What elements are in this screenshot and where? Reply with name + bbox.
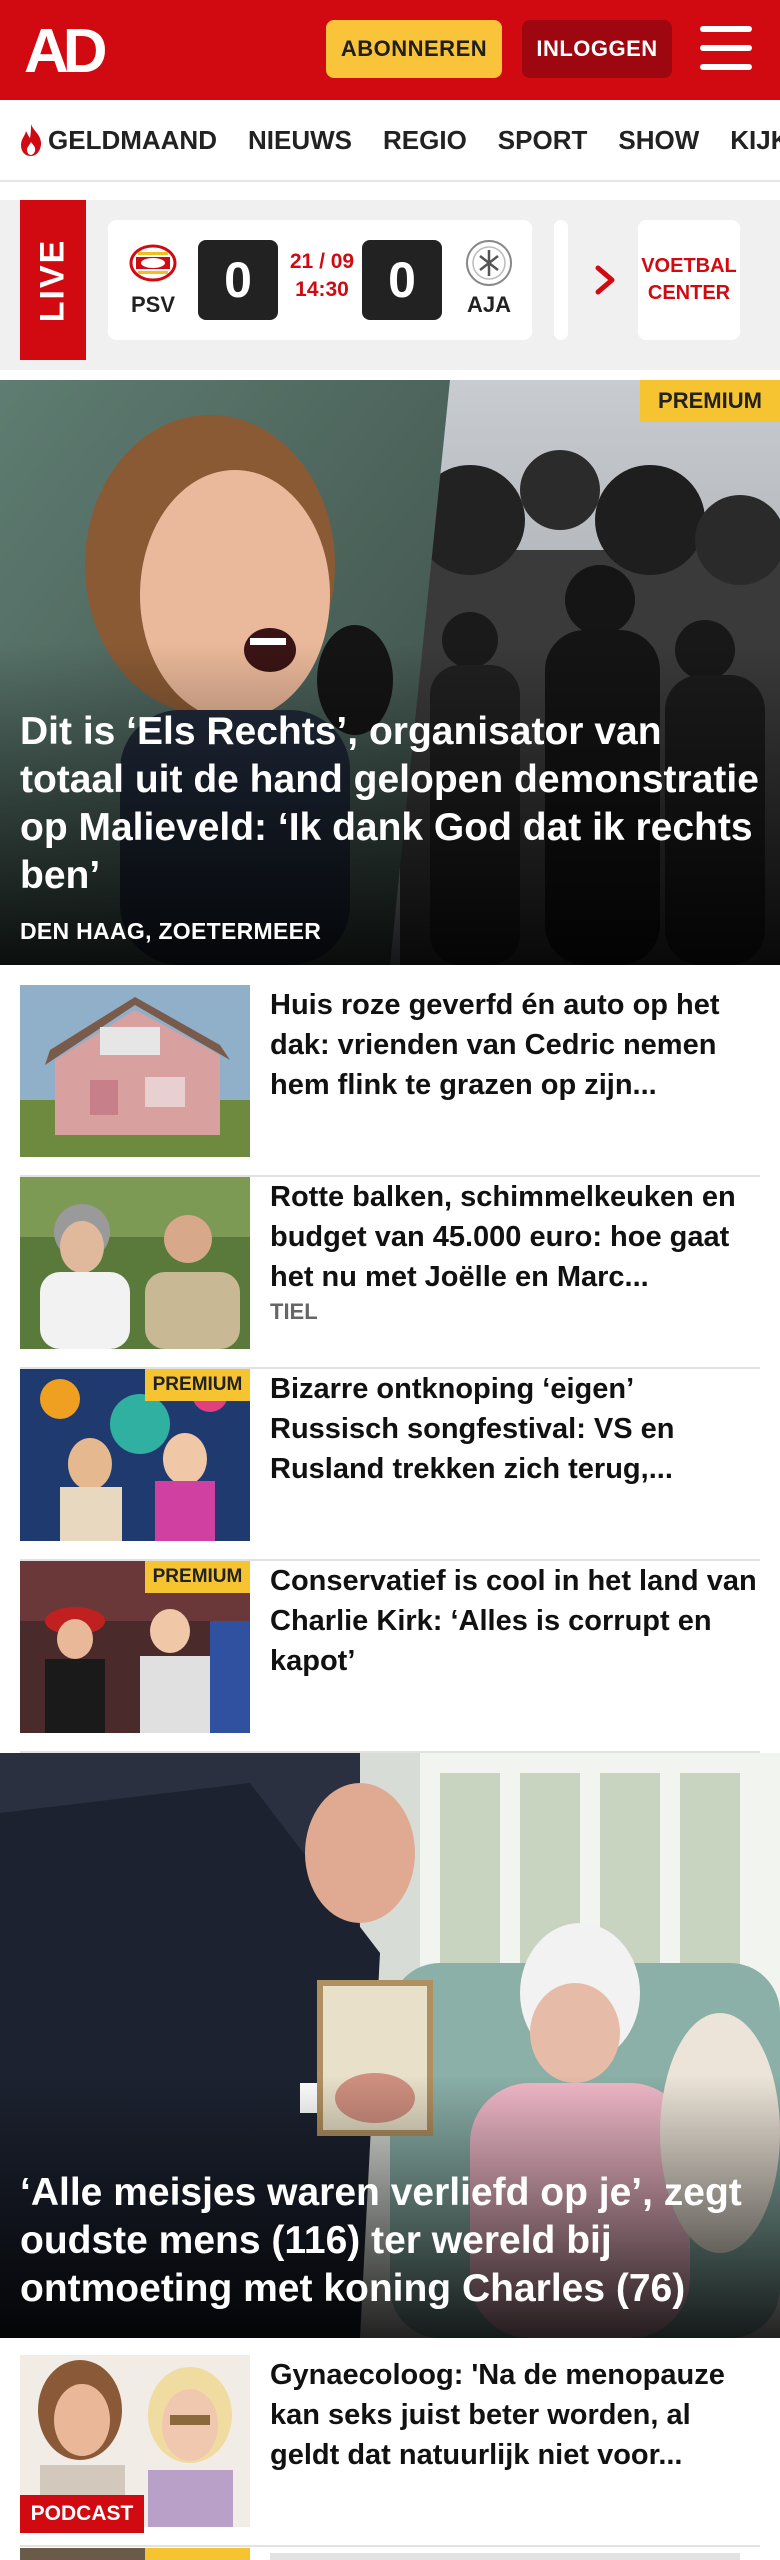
chevron-right-icon[interactable]	[590, 252, 624, 308]
ad-logo[interactable]: AD	[24, 22, 120, 78]
article-title[interactable]: Gynaecoloog: 'Na de menopauze kan seks j…	[270, 2355, 760, 2475]
article-thumbnail	[20, 985, 250, 1157]
hero-location: DEN HAAG, ZOETERMEER	[20, 918, 322, 944]
article-title-partial[interactable]	[270, 2553, 760, 2560]
match-time: 14:30	[295, 278, 349, 301]
nav-item-geldmaand[interactable]: GELDMAAND	[18, 123, 217, 157]
hero-article[interactable]: PREMIUM Dit is ‘Els Rechts’, organisator…	[0, 380, 780, 965]
flame-icon	[21, 124, 42, 156]
list-item[interactable]: PREMIUM Conservatief is cool in het land…	[20, 1561, 760, 1753]
live-score-strip: LIVE PSV 0 21 / 09 14:30 0 AJA VOETBAL C…	[0, 200, 780, 370]
podcast-badge: PODCAST	[20, 2495, 144, 2533]
premium-badge: PREMIUM	[640, 380, 780, 422]
home-team-name: PSV	[130, 292, 176, 317]
login-button[interactable]: INLOGGEN	[522, 20, 672, 78]
ad-logo-text: AD	[24, 22, 106, 78]
match-card[interactable]: PSV 0 21 / 09 14:30 0 AJA	[108, 220, 532, 340]
premium-badge: PREMIUM	[145, 1561, 250, 1593]
article-title[interactable]: Bizarre ontknoping ‘eigen’ Russisch song…	[270, 1369, 760, 1489]
live-tag: LIVE	[20, 200, 86, 360]
nav-item-sport[interactable]: SPORT	[498, 125, 588, 156]
premium-badge: PREMIUM	[145, 1369, 250, 1401]
voetbal-center-label: VOETBAL CENTER	[638, 253, 740, 307]
nav-item-kijk[interactable]: KIJK	[730, 125, 780, 156]
article-thumbnail	[20, 1177, 250, 1349]
title-fragment	[270, 2553, 740, 2560]
hero-article[interactable]: ‘Alle meisjes waren verliefd op je’, zeg…	[0, 1753, 780, 2338]
subscribe-button[interactable]: ABONNEREN	[326, 20, 502, 78]
nav-item-regio[interactable]: REGIO	[383, 125, 467, 156]
nav-item-show[interactable]: SHOW	[618, 125, 699, 156]
away-score: 0	[362, 240, 442, 320]
away-team-name: AJA	[466, 292, 511, 317]
center-label: CENTER	[647, 282, 731, 304]
nav-label: GELDMAAND	[48, 124, 217, 155]
section-nav: GELDMAAND NIEUWS REGIO SPORT SHOW KIJK	[0, 100, 780, 182]
voetbal-label: VOETBAL	[641, 255, 737, 277]
hero-headline[interactable]: ‘Alle meisjes waren verliefd op je’, zeg…	[20, 2169, 770, 2313]
match-card-partial[interactable]	[554, 220, 568, 340]
home-score: 0	[198, 240, 278, 320]
article-location: TIEL	[270, 1299, 318, 1324]
list-item[interactable]: Rotte balken, schimmelkeuken en budget v…	[20, 1177, 760, 1369]
match-datetime: 21 / 09 14:30	[272, 248, 372, 304]
live-label: LIVE	[33, 238, 72, 322]
psv-logo-icon	[129, 244, 177, 282]
list-item-partial[interactable]	[20, 2548, 250, 2560]
voetbal-center-link[interactable]: VOETBAL CENTER	[638, 220, 740, 340]
match-date: 21 / 09	[289, 250, 355, 273]
hero-headline[interactable]: Dit is ‘Els Rechts’, organisator van tot…	[20, 708, 770, 900]
list-item[interactable]: Huis roze geverfd én auto op het dak: vr…	[20, 985, 760, 1177]
article-title[interactable]: Conservatief is cool in het land van Cha…	[270, 1561, 760, 1681]
nav-item-nieuws[interactable]: NIEUWS	[248, 125, 352, 156]
hamburger-icon[interactable]	[700, 26, 754, 72]
top-header: AD ABONNEREN INLOGGEN	[0, 0, 780, 100]
list-item[interactable]: PREMIUM Bizarre ontknoping ‘eigen’ Russi…	[20, 1369, 760, 1561]
ajax-logo-icon	[466, 240, 512, 286]
article-title[interactable]: Rotte balken, schimmelkeuken en budget v…	[270, 1177, 760, 1297]
article-title[interactable]: Huis roze geverfd én auto op het dak: vr…	[270, 985, 760, 1105]
list-item[interactable]: PODCAST Gynaecoloog: 'Na de menopauze ka…	[20, 2355, 760, 2547]
premium-badge	[145, 2548, 250, 2560]
